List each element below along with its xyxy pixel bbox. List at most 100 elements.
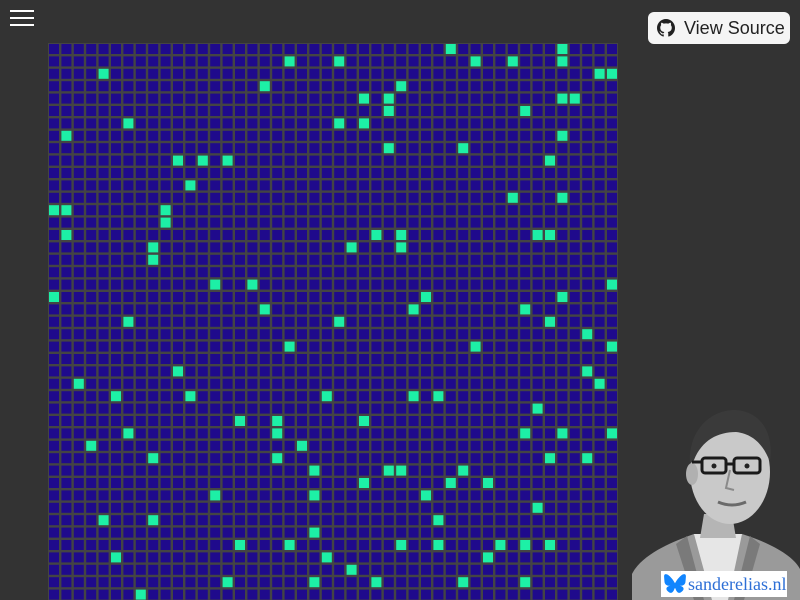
dead-cell[interactable] bbox=[86, 217, 97, 228]
dead-cell[interactable] bbox=[569, 341, 580, 352]
dead-cell[interactable] bbox=[247, 143, 258, 154]
dead-cell[interactable] bbox=[210, 168, 221, 178]
dead-cell[interactable] bbox=[396, 143, 407, 154]
dead-cell[interactable] bbox=[185, 168, 196, 178]
dead-cell[interactable] bbox=[210, 478, 221, 488]
dead-cell[interactable] bbox=[247, 130, 258, 141]
dead-cell[interactable] bbox=[545, 279, 555, 290]
dead-cell[interactable] bbox=[421, 403, 431, 414]
dead-cell[interactable] bbox=[396, 118, 407, 129]
dead-cell[interactable] bbox=[309, 416, 320, 426]
alive-cell[interactable] bbox=[309, 527, 320, 538]
alive-cell[interactable] bbox=[73, 378, 84, 389]
dead-cell[interactable] bbox=[185, 540, 196, 550]
dead-cell[interactable] bbox=[98, 428, 109, 439]
dead-cell[interactable] bbox=[61, 44, 72, 54]
dead-cell[interactable] bbox=[61, 465, 72, 476]
dead-cell[interactable] bbox=[98, 130, 109, 141]
dead-cell[interactable] bbox=[594, 552, 605, 563]
dead-cell[interactable] bbox=[259, 540, 270, 550]
dead-cell[interactable] bbox=[235, 118, 245, 129]
dead-cell[interactable] bbox=[148, 316, 159, 327]
dead-cell[interactable] bbox=[557, 589, 568, 600]
dead-cell[interactable] bbox=[359, 106, 369, 116]
dead-cell[interactable] bbox=[197, 68, 208, 79]
dead-cell[interactable] bbox=[272, 341, 283, 352]
dead-cell[interactable] bbox=[396, 130, 407, 141]
dead-cell[interactable] bbox=[111, 267, 121, 278]
dead-cell[interactable] bbox=[86, 304, 97, 315]
dead-cell[interactable] bbox=[334, 403, 345, 414]
dead-cell[interactable] bbox=[111, 366, 121, 377]
dead-cell[interactable] bbox=[507, 428, 518, 439]
dead-cell[interactable] bbox=[173, 168, 183, 178]
dead-cell[interactable] bbox=[185, 378, 196, 389]
dead-cell[interactable] bbox=[483, 242, 493, 253]
dead-cell[interactable] bbox=[458, 93, 469, 104]
dead-cell[interactable] bbox=[61, 391, 72, 402]
dead-cell[interactable] bbox=[259, 440, 270, 451]
dead-cell[interactable] bbox=[470, 416, 481, 426]
dead-cell[interactable] bbox=[173, 44, 183, 54]
dead-cell[interactable] bbox=[61, 118, 72, 129]
dead-cell[interactable] bbox=[607, 106, 617, 116]
dead-cell[interactable] bbox=[346, 130, 357, 141]
dead-cell[interactable] bbox=[210, 254, 221, 265]
dead-cell[interactable] bbox=[123, 217, 134, 228]
dead-cell[interactable] bbox=[61, 354, 72, 364]
dead-cell[interactable] bbox=[111, 81, 121, 92]
dead-cell[interactable] bbox=[173, 304, 183, 315]
dead-cell[interactable] bbox=[569, 490, 580, 501]
dead-cell[interactable] bbox=[594, 440, 605, 451]
dead-cell[interactable] bbox=[371, 81, 382, 92]
dead-cell[interactable] bbox=[359, 329, 369, 340]
dead-cell[interactable] bbox=[532, 279, 543, 290]
alive-cell[interactable] bbox=[284, 540, 295, 550]
dead-cell[interactable] bbox=[235, 329, 245, 340]
dead-cell[interactable] bbox=[309, 564, 320, 575]
dead-cell[interactable] bbox=[359, 44, 369, 54]
dead-cell[interactable] bbox=[86, 341, 97, 352]
dead-cell[interactable] bbox=[433, 192, 444, 203]
dead-cell[interactable] bbox=[408, 118, 419, 129]
dead-cell[interactable] bbox=[197, 279, 208, 290]
dead-cell[interactable] bbox=[297, 341, 307, 352]
dead-cell[interactable] bbox=[309, 552, 320, 563]
dead-cell[interactable] bbox=[61, 403, 72, 414]
dead-cell[interactable] bbox=[334, 106, 345, 116]
dead-cell[interactable] bbox=[197, 527, 208, 538]
dead-cell[interactable] bbox=[545, 527, 555, 538]
dead-cell[interactable] bbox=[545, 168, 555, 178]
dead-cell[interactable] bbox=[111, 230, 121, 240]
dead-cell[interactable] bbox=[594, 589, 605, 600]
dead-cell[interactable] bbox=[197, 577, 208, 588]
dead-cell[interactable] bbox=[173, 81, 183, 92]
dead-cell[interactable] bbox=[222, 465, 233, 476]
dead-cell[interactable] bbox=[86, 81, 97, 92]
dead-cell[interactable] bbox=[582, 205, 593, 216]
alive-cell[interactable] bbox=[532, 403, 543, 414]
dead-cell[interactable] bbox=[421, 465, 431, 476]
dead-cell[interactable] bbox=[148, 354, 159, 364]
dead-cell[interactable] bbox=[73, 180, 84, 191]
dead-cell[interactable] bbox=[421, 391, 431, 402]
dead-cell[interactable] bbox=[259, 378, 270, 389]
dead-cell[interactable] bbox=[148, 490, 159, 501]
dead-cell[interactable] bbox=[458, 478, 469, 488]
dead-cell[interactable] bbox=[458, 391, 469, 402]
dead-cell[interactable] bbox=[346, 341, 357, 352]
dead-cell[interactable] bbox=[61, 329, 72, 340]
dead-cell[interactable] bbox=[259, 502, 270, 513]
dead-cell[interactable] bbox=[396, 168, 407, 178]
dead-cell[interactable] bbox=[49, 254, 59, 265]
dead-cell[interactable] bbox=[421, 180, 431, 191]
dead-cell[interactable] bbox=[470, 564, 481, 575]
dead-cell[interactable] bbox=[594, 577, 605, 588]
dead-cell[interactable] bbox=[297, 254, 307, 265]
dead-cell[interactable] bbox=[49, 130, 59, 141]
dead-cell[interactable] bbox=[557, 242, 568, 253]
dead-cell[interactable] bbox=[86, 316, 97, 327]
dead-cell[interactable] bbox=[396, 527, 407, 538]
dead-cell[interactable] bbox=[582, 552, 593, 563]
dead-cell[interactable] bbox=[111, 453, 121, 464]
